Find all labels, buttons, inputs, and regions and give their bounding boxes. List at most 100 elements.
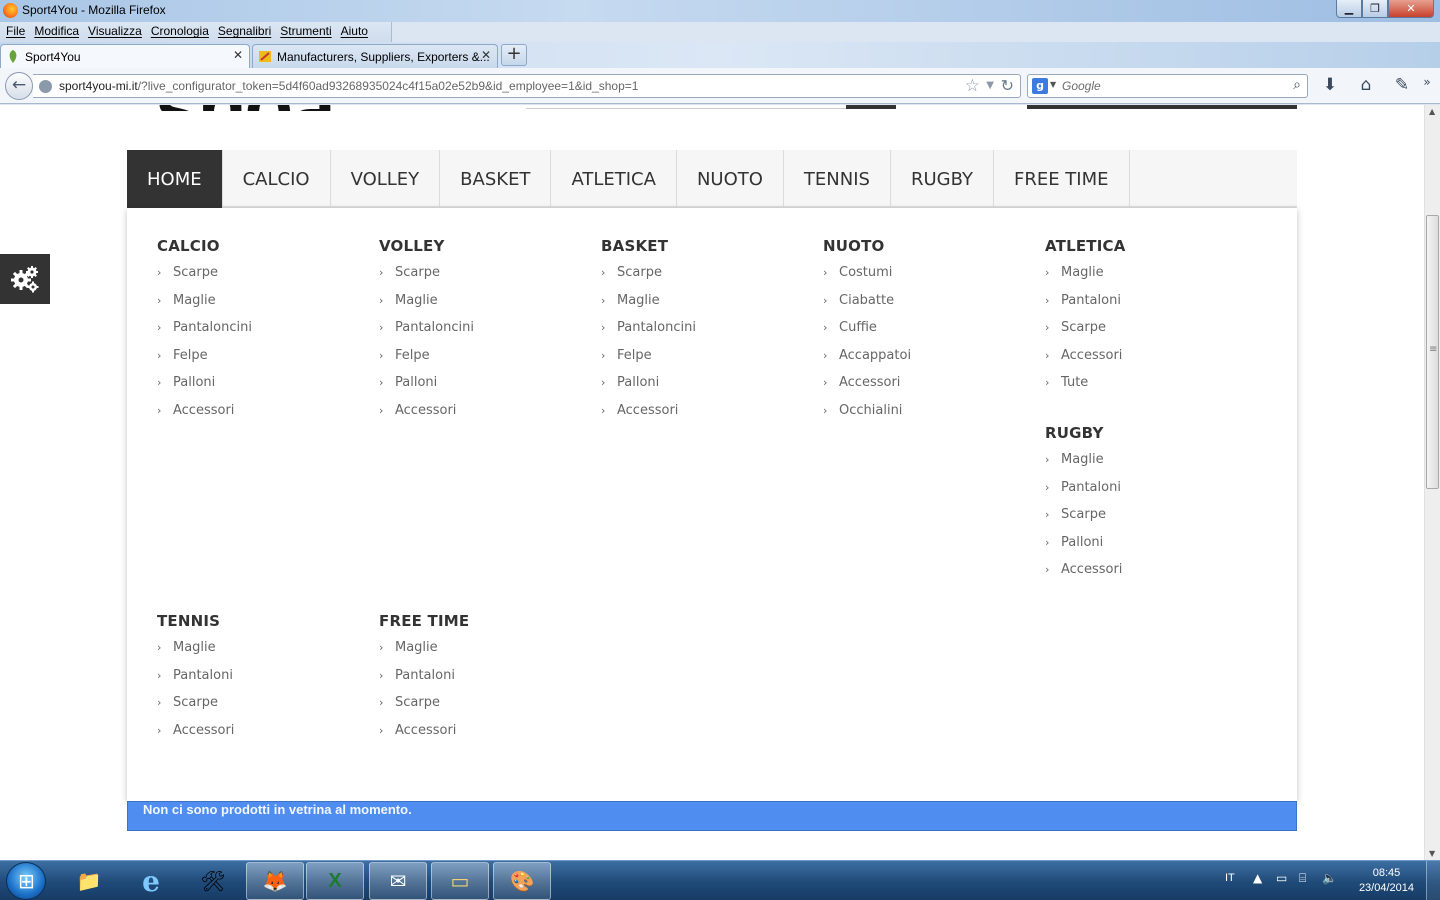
menu-link[interactable]: › Pantaloni — [157, 668, 357, 696]
search-box[interactable]: g ▼ Google ⌕ — [1027, 74, 1308, 98]
menu-link[interactable]: › Palloni — [1045, 535, 1245, 563]
menu-link[interactable]: › Accappatoi — [823, 348, 1023, 376]
header-cart-block[interactable] — [1027, 105, 1297, 109]
scroll-down-icon[interactable]: ▼ — [1429, 849, 1435, 858]
menu-link[interactable]: › Accessori — [823, 375, 1023, 403]
menu-link[interactable]: › Pantaloni — [379, 668, 579, 696]
menu-visualizza[interactable]: Visualizza — [84, 22, 147, 42]
taskbar-paint[interactable]: 🎨 — [493, 862, 551, 900]
google-engine-icon[interactable]: g — [1032, 78, 1048, 94]
menu-link[interactable]: › Maglie — [379, 293, 579, 321]
menu-modifica[interactable]: Modifica — [30, 22, 84, 42]
menu-link[interactable]: › Tute — [1045, 375, 1245, 403]
menu-link[interactable]: › Scarpe — [379, 265, 579, 293]
menu-link[interactable]: › Palloni — [379, 375, 579, 403]
volume-icon[interactable]: 🔈 — [1322, 871, 1337, 885]
start-button[interactable]: ⊞ — [6, 862, 46, 900]
taskbar-drawing-app[interactable]: ✉ — [369, 862, 427, 900]
menu-column-title[interactable]: CALCIO — [157, 237, 357, 255]
back-button[interactable]: ← — [5, 72, 33, 100]
engine-dropdown-icon[interactable]: ▼ — [1050, 80, 1056, 89]
taskbar-window-app[interactable]: ▭ — [431, 862, 489, 900]
close-tab-icon[interactable]: ✕ — [481, 48, 491, 62]
menu-column-title[interactable]: TENNIS — [157, 612, 357, 630]
menu-link[interactable]: › Maglie — [1045, 265, 1245, 293]
menu-column-title[interactable]: NUOTO — [823, 237, 1023, 255]
menu-link[interactable]: › Felpe — [379, 348, 579, 376]
show-hidden-icons-icon[interactable]: ▲ — [1253, 871, 1262, 885]
menu-link[interactable]: › Maglie — [157, 293, 357, 321]
live-configurator-toggle[interactable] — [0, 254, 50, 304]
menu-link[interactable]: › Ciabatte — [823, 293, 1023, 321]
menu-link[interactable]: › Accessori — [1045, 348, 1245, 376]
menu-link[interactable]: › Scarpe — [601, 265, 801, 293]
site-identity-icon[interactable] — [39, 80, 52, 93]
menu-link[interactable]: › Maglie — [379, 640, 579, 668]
menu-link[interactable]: › Accessori — [1045, 562, 1245, 590]
menu-aiuto[interactable]: Aiuto — [337, 22, 373, 42]
reload-icon[interactable]: ↻ — [1001, 76, 1014, 95]
menu-link[interactable]: › Accessori — [157, 723, 357, 751]
taskbar-excel[interactable]: X — [306, 862, 364, 900]
menu-link[interactable]: › Pantaloncini — [379, 320, 579, 348]
header-search-button[interactable] — [846, 105, 896, 109]
addon-icon[interactable]: ✎ — [1391, 75, 1413, 97]
network-icon[interactable]: ⌸ — [1299, 871, 1306, 886]
home-icon[interactable]: ⌂ — [1355, 75, 1377, 97]
nav-volley[interactable]: VOLLEY — [331, 150, 441, 208]
menu-link[interactable]: › Costumi — [823, 265, 1023, 293]
minimize-button[interactable]: ▁ — [1336, 0, 1362, 18]
close-window-button[interactable]: ✕ — [1388, 0, 1434, 18]
menu-link[interactable]: › Felpe — [157, 348, 357, 376]
nav-calcio[interactable]: CALCIO — [223, 150, 331, 208]
scrollbar-thumb[interactable] — [1426, 215, 1439, 489]
header-search-field[interactable] — [526, 105, 846, 109]
taskbar-clock[interactable]: 08:45 23/04/2014 — [1359, 866, 1414, 896]
menu-link[interactable]: › Accessori — [379, 723, 579, 751]
menu-link[interactable]: › Scarpe — [157, 265, 357, 293]
menu-link[interactable]: › Scarpe — [1045, 320, 1245, 348]
menu-cronologia[interactable]: Cronologia — [147, 22, 214, 42]
address-bar[interactable]: sport4you-mi.it/?live_configurator_token… — [33, 74, 1021, 98]
menu-link[interactable]: › Scarpe — [157, 695, 357, 723]
maximize-button[interactable]: ❐ — [1362, 0, 1388, 18]
menu-link[interactable]: › Scarpe — [379, 695, 579, 723]
nav-home[interactable]: HOME — [127, 150, 223, 208]
menu-link[interactable]: › Maglie — [601, 293, 801, 321]
nav-basket[interactable]: BASKET — [440, 150, 552, 208]
bookmark-star-icon[interactable]: ☆ — [965, 76, 980, 96]
history-dropdown-icon[interactable]: ▼ — [986, 80, 994, 91]
menu-column-title[interactable]: FREE TIME — [379, 612, 579, 630]
nav-rugby[interactable]: RUGBY — [891, 150, 994, 208]
nav-free-time[interactable]: FREE TIME — [994, 150, 1130, 208]
action-center-icon[interactable]: ▭ — [1276, 871, 1287, 885]
site-logo[interactable]: shoa — [155, 105, 334, 111]
menu-link[interactable]: › Pantaloni — [1045, 293, 1245, 321]
close-tab-icon[interactable]: ✕ — [233, 48, 243, 62]
menu-link[interactable]: › Accessori — [601, 403, 801, 431]
url-text[interactable]: sport4you-mi.it/?live_configurator_token… — [59, 79, 638, 93]
menu-link[interactable]: › Pantaloncini — [601, 320, 801, 348]
show-desktop-button[interactable] — [1426, 861, 1440, 900]
taskbar-tool[interactable]: 🛠 — [184, 862, 242, 900]
search-icon[interactable]: ⌕ — [1293, 77, 1301, 93]
tab-sport4you[interactable]: Sport4You ✕ — [0, 44, 250, 68]
language-indicator[interactable]: IT — [1225, 872, 1235, 884]
menu-segnalibri[interactable]: Segnalibri — [214, 22, 276, 42]
search-placeholder[interactable]: Google — [1062, 79, 1101, 93]
menu-link[interactable]: › Scarpe — [1045, 507, 1245, 535]
menu-column-title[interactable]: BASKET — [601, 237, 801, 255]
menu-column-title[interactable]: VOLLEY — [379, 237, 579, 255]
nav-nuoto[interactable]: NUOTO — [677, 150, 784, 208]
menu-link[interactable]: › Felpe — [601, 348, 801, 376]
menu-link[interactable]: › Accessori — [157, 403, 357, 431]
menu-link[interactable]: › Occhialini — [823, 403, 1023, 431]
menu-link[interactable]: › Pantaloncini — [157, 320, 357, 348]
scroll-up-icon[interactable]: ▲ — [1429, 107, 1435, 116]
download-icon[interactable]: ⬇ — [1319, 75, 1341, 97]
page-scrollbar[interactable]: ▲ ▼ — [1424, 105, 1440, 860]
taskbar-firefox[interactable]: 🦊 — [246, 862, 304, 900]
menu-link[interactable]: › Accessori — [379, 403, 579, 431]
menu-column-title[interactable]: ATLETICA — [1045, 237, 1245, 255]
menu-link[interactable]: › Maglie — [1045, 452, 1245, 480]
